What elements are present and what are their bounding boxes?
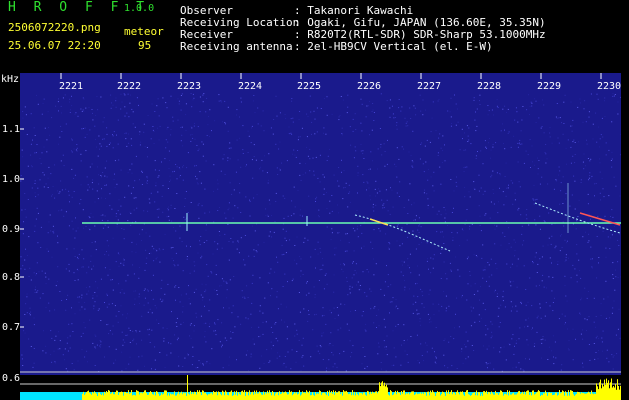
time-label-2226: 2226 [357, 81, 381, 92]
timestamp: 25.06.07 22:20 [8, 39, 101, 52]
time-label-2229: 2229 [537, 81, 561, 92]
freq-label-0.7: 0.7 [2, 322, 21, 333]
time-label-2225: 2225 [297, 81, 321, 92]
freq-label-0.9: 0.9 [2, 224, 21, 235]
meteor-label: meteor [124, 25, 164, 38]
time-label-2221: 2221 [59, 81, 83, 92]
freq-label-1.0: 1.0 [2, 174, 21, 185]
info-key-antenna: Receiving antenna [180, 40, 293, 53]
freq-unit-label: kHz [1, 74, 20, 85]
time-label-2224: 2224 [238, 81, 262, 92]
spectrogram-background [20, 73, 621, 400]
info-value-antenna: : 2el-HB9CV Vertical (el. E-W) [294, 40, 493, 53]
freq-label-0.8: 0.8 [2, 272, 21, 283]
time-label-2230: 2230 [597, 81, 621, 92]
app-version: 1.0.0 [124, 3, 155, 14]
time-label-2223: 2223 [177, 81, 201, 92]
meteor-count: 95 [138, 39, 152, 52]
time-label-2228: 2228 [477, 81, 501, 92]
time-label-2227: 2227 [417, 81, 441, 92]
spectrogram-panel: 2221 2222 2223 2224 2225 2226 2227 2228 … [20, 73, 621, 400]
freq-label-0.6: 0.6 [2, 373, 21, 384]
header-panel: H R O F F T 1.0.0 2506072220.png 25.06.0… [0, 0, 629, 73]
file-name: 2506072220.png [8, 21, 101, 34]
time-label-2222: 2222 [117, 81, 141, 92]
freq-label-1.1: 1.1 [2, 124, 21, 135]
